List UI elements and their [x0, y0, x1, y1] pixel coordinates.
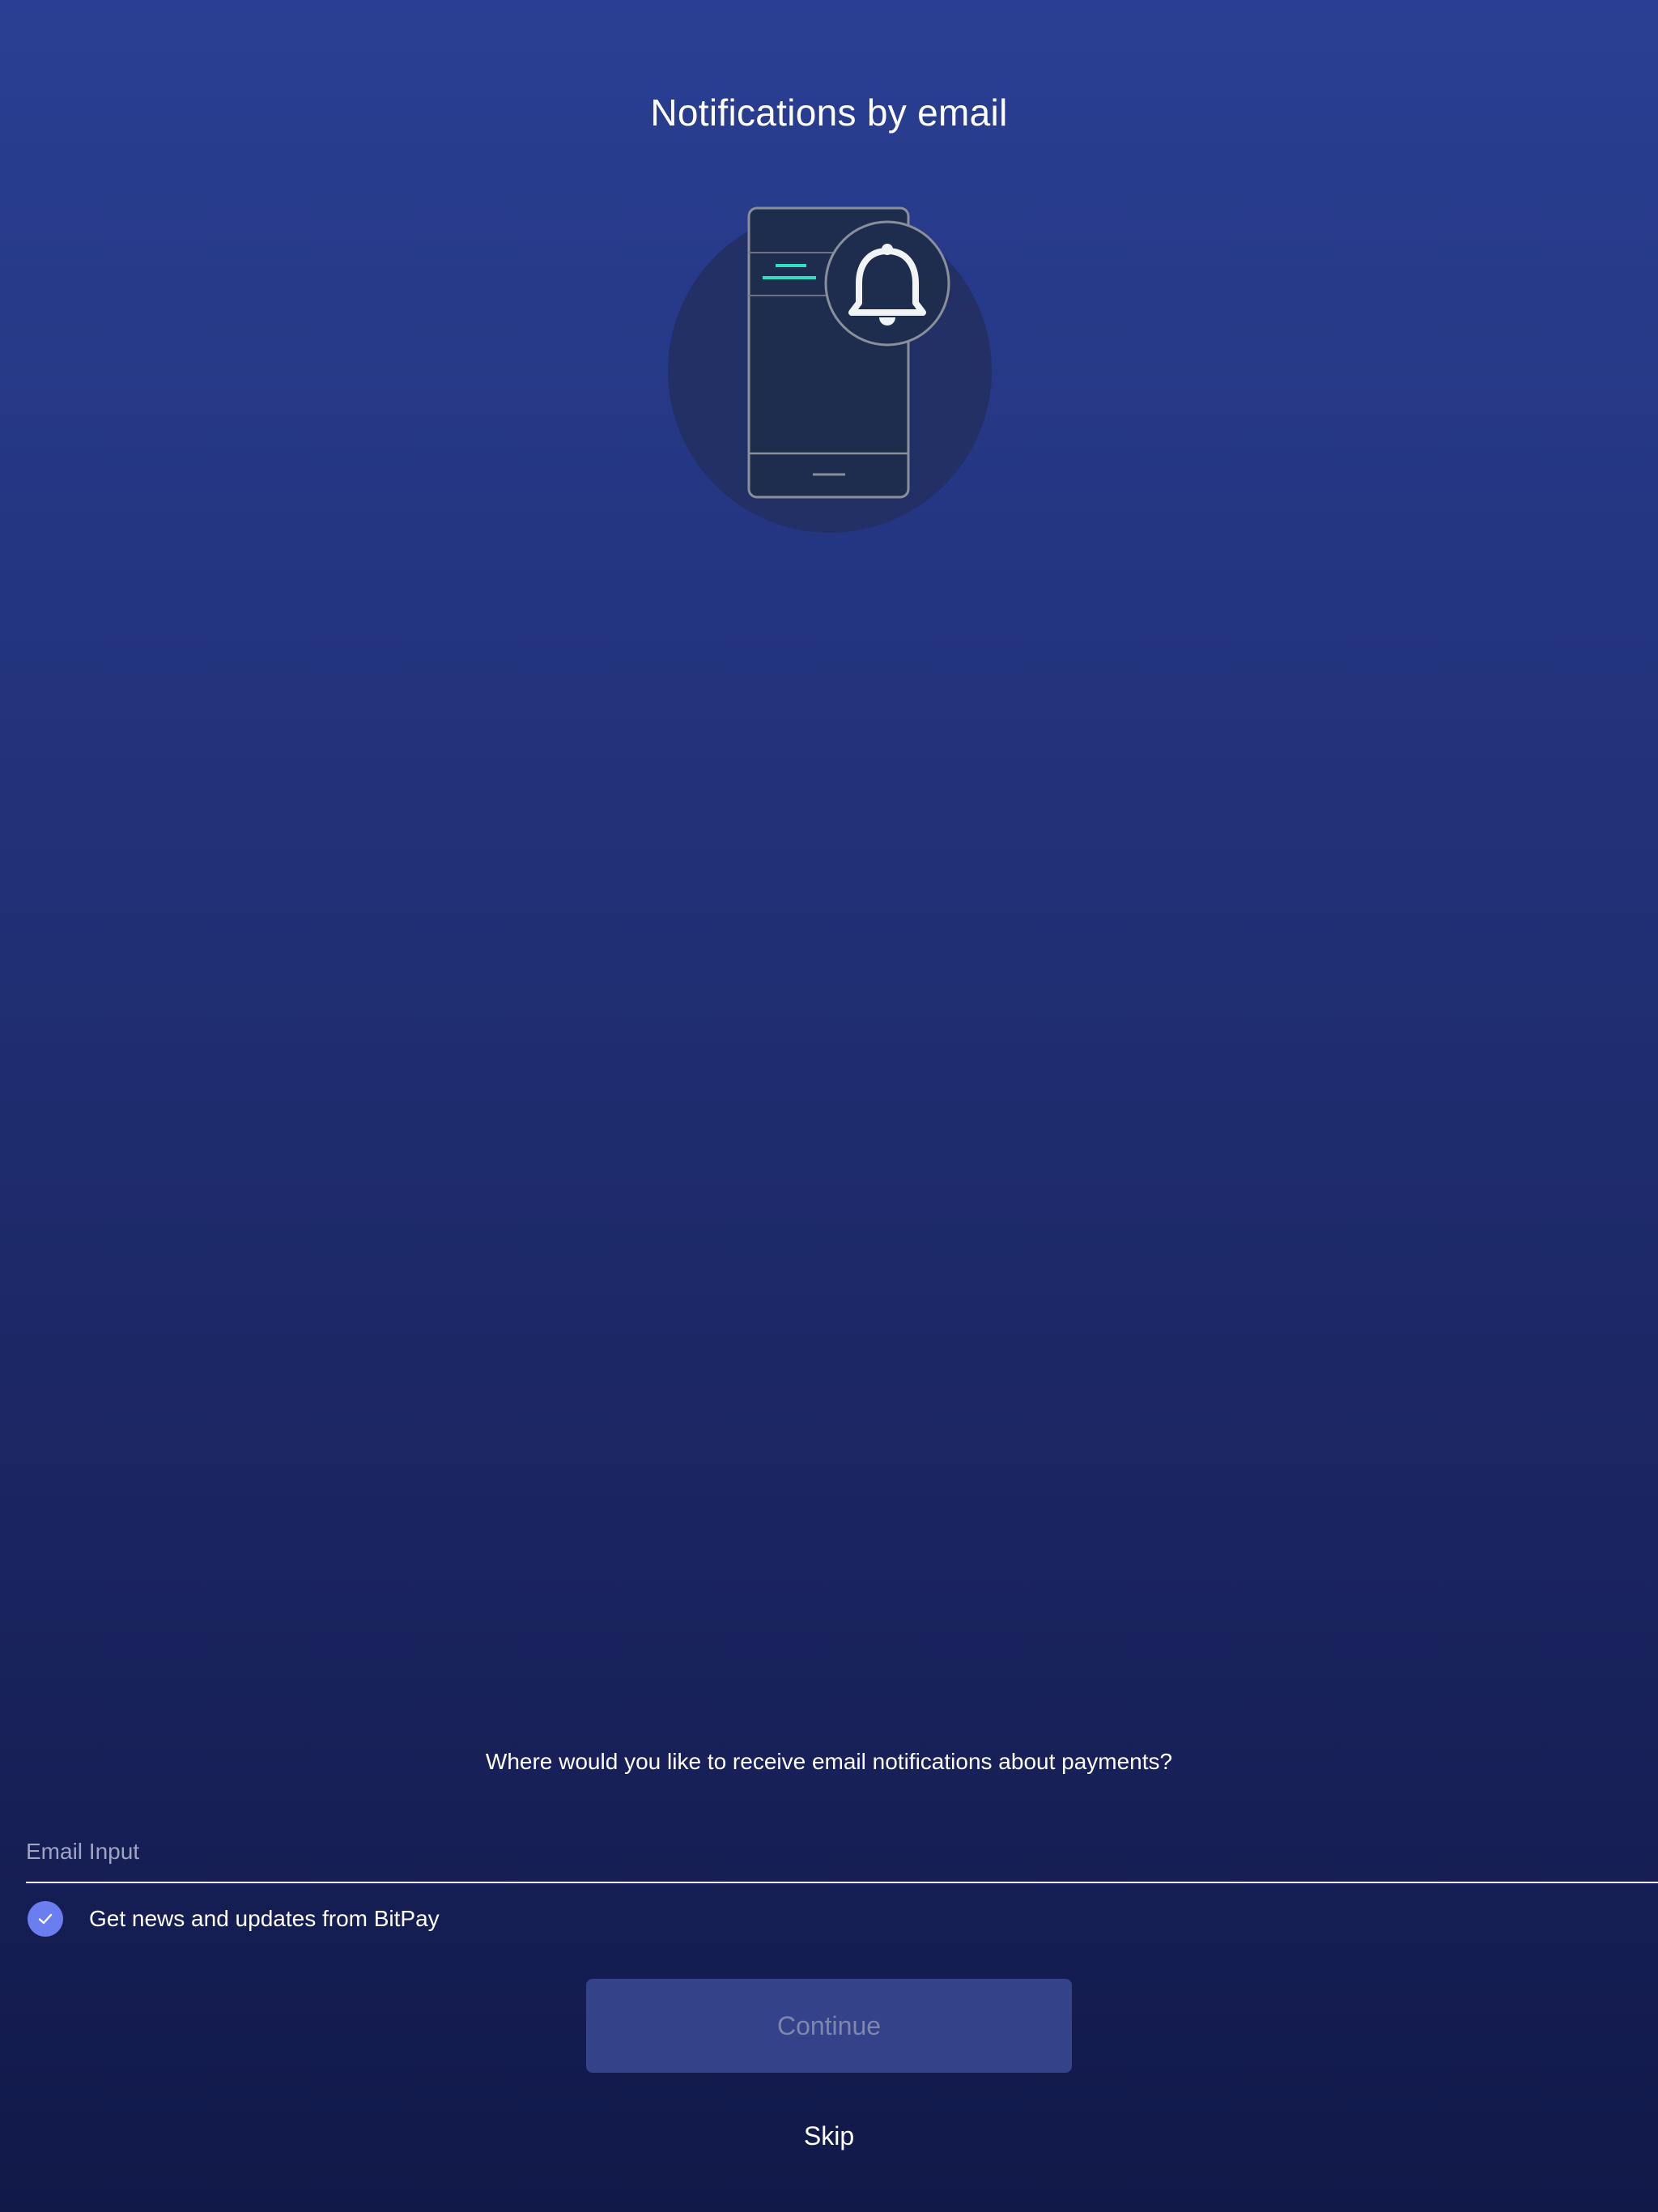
page-title: Notifications by email: [650, 91, 1008, 134]
email-prompt-text: Where would you like to receive email no…: [485, 1749, 1173, 1774]
skip-link[interactable]: Skip: [0, 2121, 1658, 2151]
phone-notification-illustration: [664, 204, 996, 536]
bell-badge: [824, 220, 950, 347]
newsletter-option[interactable]: Get news and updates from BitPay: [28, 1901, 440, 1937]
email-field[interactable]: [26, 1822, 1658, 1883]
newsletter-label: Get news and updates from BitPay: [89, 1906, 440, 1931]
email-input[interactable]: [26, 1822, 1658, 1882]
checkmark-icon: [38, 1913, 53, 1925]
continue-button[interactable]: Continue: [586, 1979, 1072, 2073]
phone-bell-graphic: [668, 206, 992, 533]
newsletter-checkbox[interactable]: [28, 1901, 63, 1937]
